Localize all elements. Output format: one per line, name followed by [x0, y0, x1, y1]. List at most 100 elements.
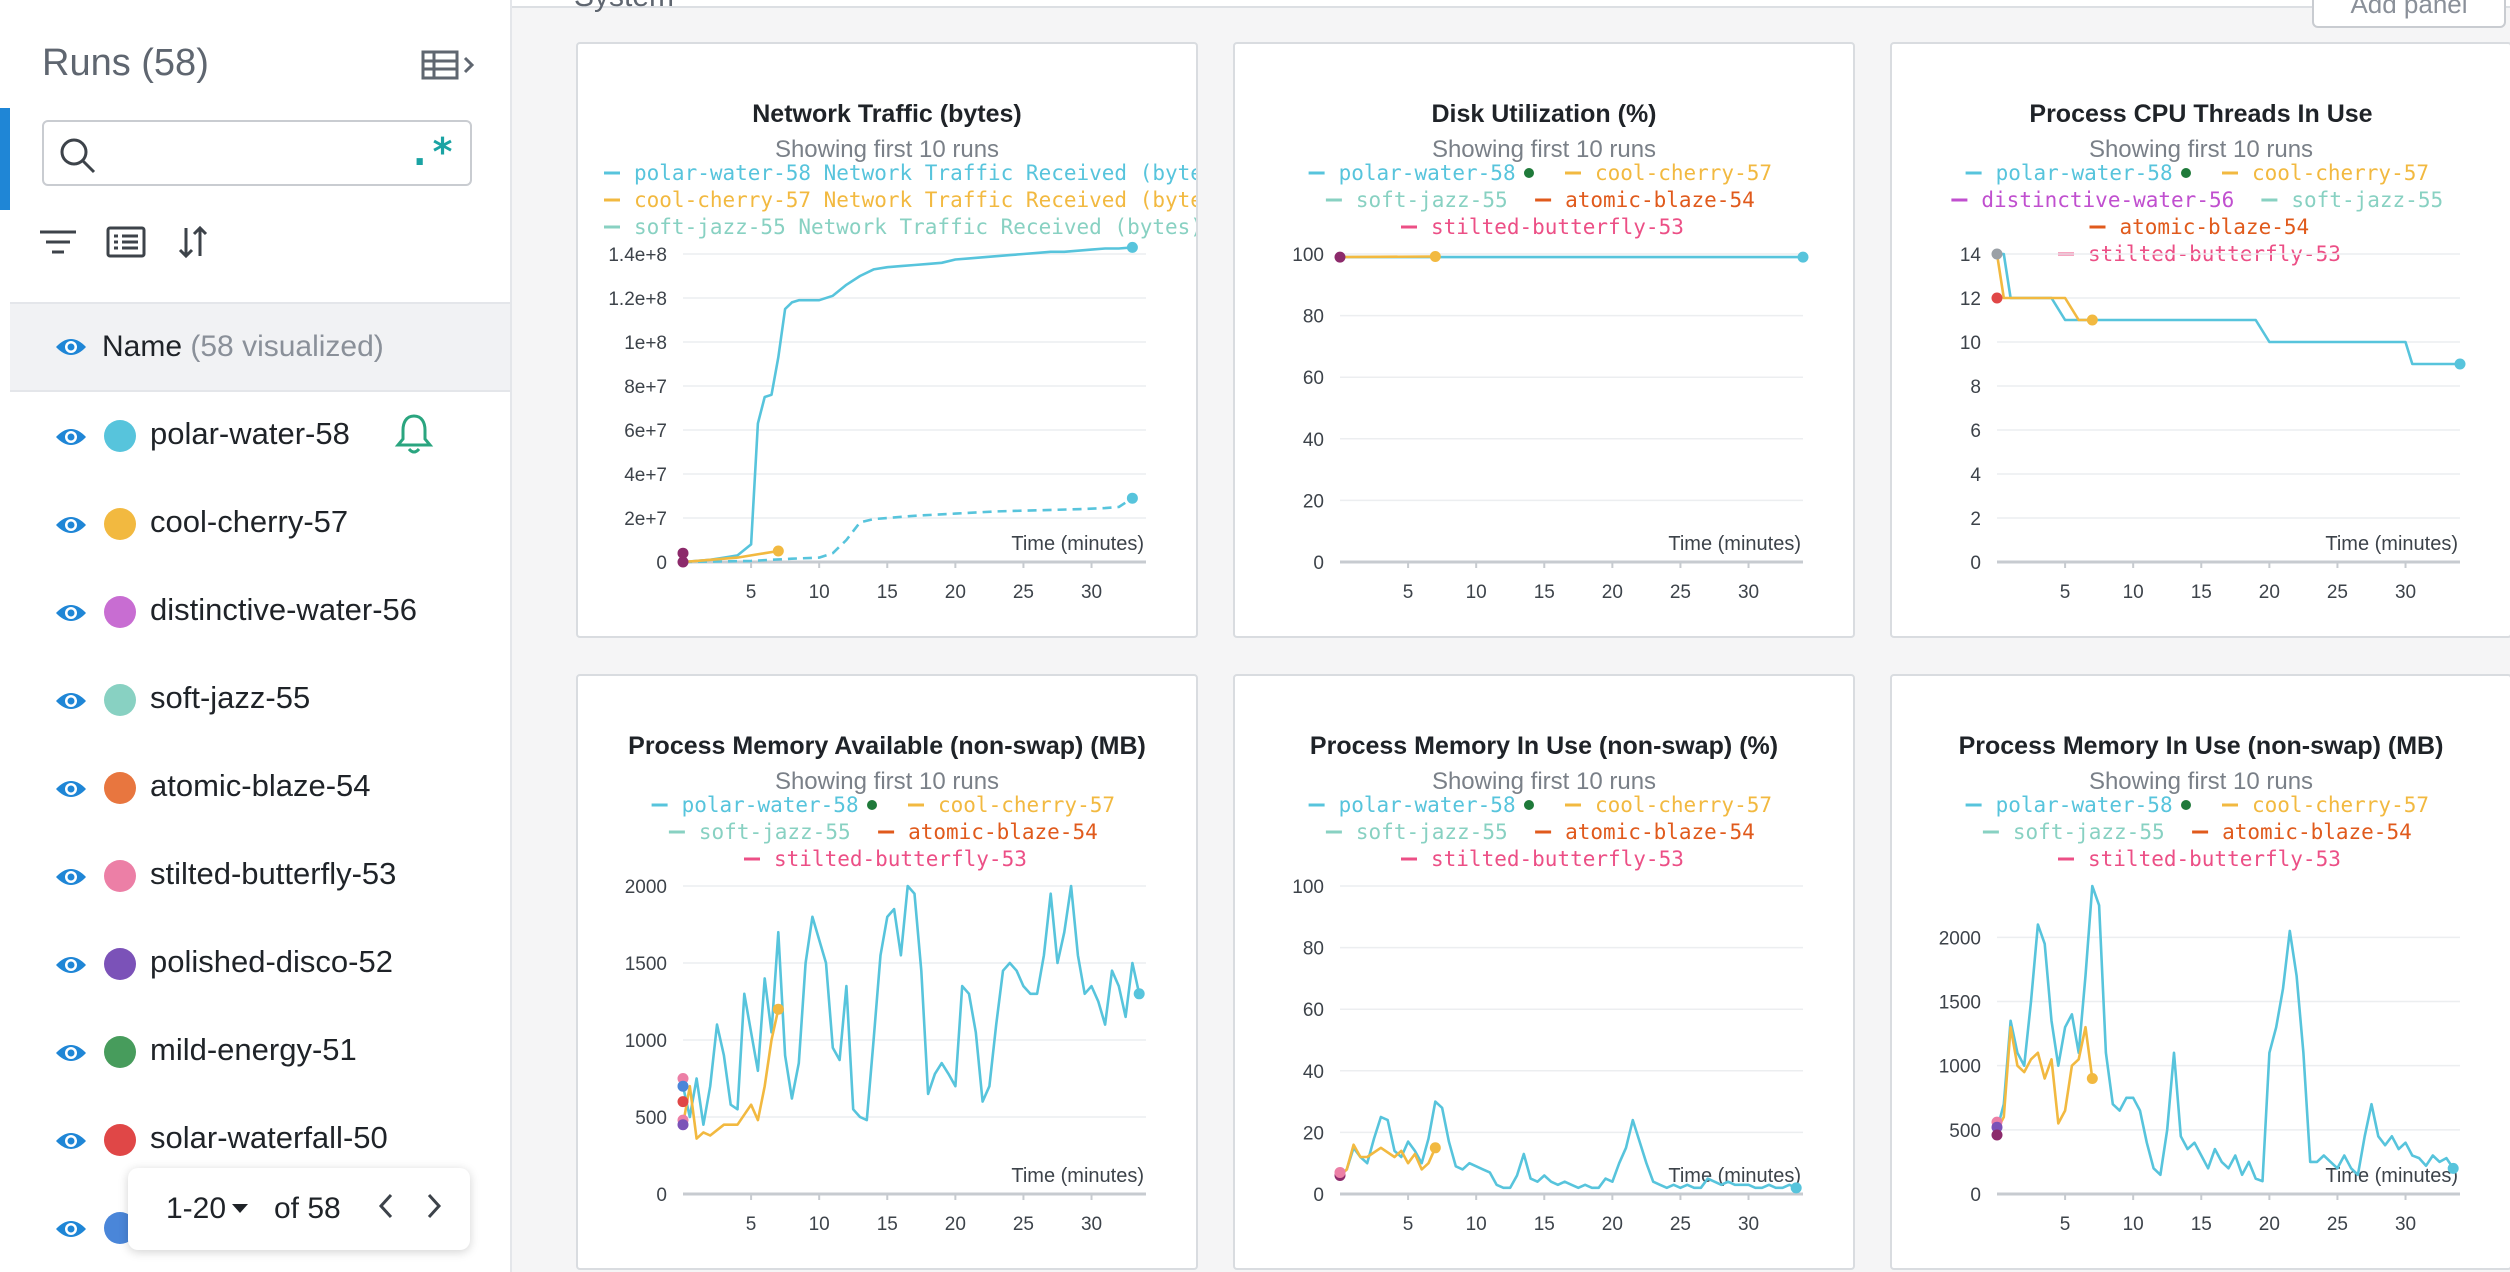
- run-color-swatch[interactable]: [104, 772, 136, 804]
- run-color-swatch[interactable]: [104, 596, 136, 628]
- run-name[interactable]: polished-disco-52: [150, 944, 393, 980]
- legend-marker: [2181, 168, 2191, 178]
- run-name[interactable]: solar-waterfall-50: [150, 1120, 388, 1156]
- run-name[interactable]: polar-water-58: [150, 416, 350, 452]
- chart-panel[interactable]: Disk Utilization (%) Showing first 10 run…: [1233, 42, 1855, 638]
- run-row[interactable]: stilted-butterfly-53: [10, 832, 510, 920]
- run-name[interactable]: stilted-butterfly-53: [150, 856, 396, 892]
- pagination: 1-20 of 58: [128, 1168, 470, 1250]
- regex-toggle[interactable]: .*: [408, 130, 454, 174]
- add-panel-button[interactable]: Add panel: [2312, 0, 2506, 28]
- search-input[interactable]: [114, 132, 388, 178]
- y-tick-label: 12: [1960, 289, 1981, 310]
- visualized-count: (58 visualized): [190, 330, 384, 363]
- y-tick-label: 0: [656, 553, 667, 574]
- x-tick-label: 15: [1534, 582, 1555, 603]
- table-view-icon[interactable]: [420, 48, 480, 82]
- run-color-swatch[interactable]: [104, 948, 136, 980]
- legend-entry: atomic-blaze-54: [1565, 820, 1755, 844]
- x-tick-label: 30: [1081, 582, 1102, 603]
- x-tick-label: 30: [2395, 1214, 2416, 1235]
- name-header-label: Name: [102, 330, 183, 363]
- run-name[interactable]: cool-cherry-57: [150, 504, 348, 540]
- page-range-select[interactable]: 1-20: [166, 1192, 226, 1226]
- legend-marker: [1524, 800, 1534, 810]
- run-color-swatch[interactable]: [104, 420, 136, 452]
- run-row[interactable]: polar-water-58: [10, 392, 510, 480]
- run-color-swatch[interactable]: [104, 1124, 136, 1156]
- runs-sidebar: Runs (58) .* Name (58 visualized) polar-…: [0, 0, 512, 1272]
- run-color-swatch[interactable]: [104, 508, 136, 540]
- x-tick-label: 25: [1670, 582, 1691, 603]
- y-tick-label: 1e+8: [624, 333, 667, 354]
- section-header: System Add panel: [512, 0, 2510, 28]
- visibility-eye-icon[interactable]: [54, 864, 88, 895]
- visibility-eye-icon[interactable]: [54, 1128, 88, 1159]
- section-label[interactable]: System: [574, 0, 674, 14]
- chart-panel[interactable]: Process Memory Available (non-swap) (MB)…: [576, 674, 1198, 1270]
- x-tick-label: 30: [1738, 582, 1759, 603]
- x-tick-label: 25: [2327, 582, 2348, 603]
- run-name[interactable]: atomic-blaze-54: [150, 768, 371, 804]
- visibility-eye-icon[interactable]: [54, 688, 88, 719]
- x-tick-label: 25: [1670, 1214, 1691, 1235]
- search-icon: [58, 136, 98, 181]
- run-color-swatch[interactable]: [104, 860, 136, 892]
- run-color-swatch[interactable]: [104, 684, 136, 716]
- y-tick-label: 40: [1303, 1062, 1324, 1083]
- chart-panel[interactable]: Process Memory In Use (non-swap) (%) Show…: [1233, 674, 1855, 1270]
- x-axis-label: Time (minutes): [1011, 533, 1144, 555]
- x-tick-label: 20: [945, 1214, 966, 1235]
- series-endpoint: [2454, 358, 2466, 370]
- x-tick-label: 10: [2123, 1214, 2144, 1235]
- run-row[interactable]: atomic-blaze-54: [10, 744, 510, 832]
- prev-page-icon[interactable]: [376, 1190, 396, 1230]
- visibility-eye-icon[interactable]: [54, 952, 88, 983]
- x-tick-label: 15: [1534, 1214, 1555, 1235]
- run-search-box[interactable]: .*: [42, 120, 472, 186]
- x-tick-label: 10: [1466, 1214, 1487, 1235]
- legend-entry: atomic-blaze-54: [908, 820, 1098, 844]
- x-axis-label: Time (minutes): [1668, 533, 1801, 555]
- run-row[interactable]: mild-energy-51: [10, 1008, 510, 1096]
- filter-icon[interactable]: [36, 222, 80, 262]
- visibility-eye-icon[interactable]: [54, 424, 88, 455]
- run-row[interactable]: polished-disco-52: [10, 920, 510, 1008]
- series-point: [677, 1119, 689, 1131]
- series-endpoint: [2086, 1073, 2098, 1084]
- visibility-eye-icon[interactable]: [54, 776, 88, 807]
- series-endpoint: [2447, 1162, 2459, 1174]
- chart-panel[interactable]: Process CPU Threads In Use Showing first …: [1890, 42, 2510, 638]
- sort-icon[interactable]: [172, 222, 216, 262]
- run-row[interactable]: cool-cherry-57: [10, 480, 510, 568]
- run-row[interactable]: distinctive-water-56: [10, 568, 510, 656]
- visibility-eye-icon[interactable]: [54, 334, 88, 365]
- run-name-column-header[interactable]: Name (58 visualized): [10, 302, 510, 392]
- visibility-eye-icon[interactable]: [54, 512, 88, 543]
- run-name[interactable]: distinctive-water-56: [150, 592, 417, 628]
- run-name[interactable]: mild-energy-51: [150, 1032, 357, 1068]
- chevron-down-icon[interactable]: [232, 1204, 248, 1213]
- series-point: [677, 1096, 689, 1108]
- run-color-swatch[interactable]: [104, 1036, 136, 1068]
- legend-entry: soft-jazz-55: [2291, 188, 2443, 212]
- run-row[interactable]: soft-jazz-55: [10, 656, 510, 744]
- group-icon[interactable]: [104, 222, 148, 262]
- y-tick-label: 20: [1303, 1123, 1324, 1144]
- visibility-eye-icon[interactable]: [54, 1040, 88, 1071]
- y-tick-label: 1500: [1939, 993, 1981, 1014]
- legend-marker: [2181, 800, 2191, 810]
- x-tick-label: 20: [2259, 1214, 2280, 1235]
- run-name[interactable]: soft-jazz-55: [150, 680, 310, 716]
- y-tick-label: 8e+7: [624, 377, 667, 398]
- visibility-eye-icon[interactable]: [54, 1216, 88, 1247]
- chart-panel[interactable]: Network Traffic (bytes) Showing first 10 …: [576, 42, 1198, 638]
- next-page-icon[interactable]: [424, 1190, 444, 1230]
- legend-entry: atomic-blaze-54: [1565, 188, 1755, 212]
- x-axis-label: Time (minutes): [2325, 1165, 2458, 1187]
- visibility-eye-icon[interactable]: [54, 600, 88, 631]
- chart-panel[interactable]: Process Memory In Use (non-swap) (MB) Sho…: [1890, 674, 2510, 1270]
- bell-alert-icon[interactable]: [394, 412, 434, 461]
- y-tick-label: 2e+7: [624, 509, 667, 530]
- x-tick-label: 25: [1013, 582, 1034, 603]
